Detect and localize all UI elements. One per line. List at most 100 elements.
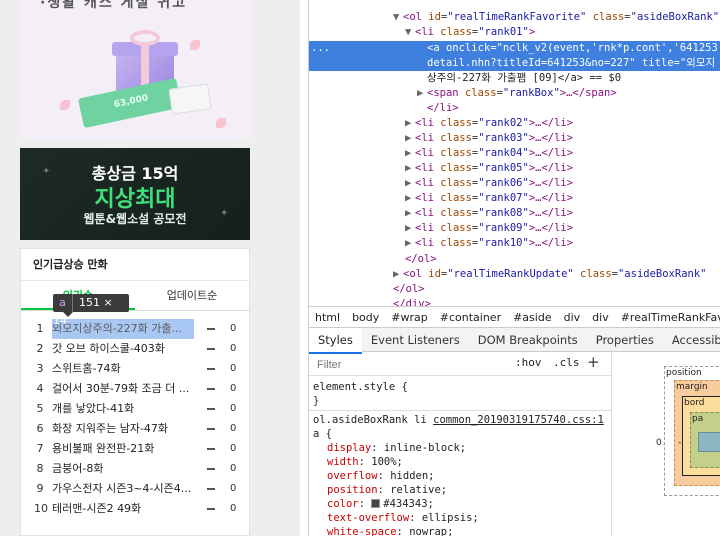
tab-properties[interactable]: Properties (587, 328, 663, 352)
breadcrumb-item[interactable]: div (586, 307, 615, 329)
css-property[interactable]: position: relative; (309, 483, 611, 497)
css-property[interactable]: overflow: hidden; (309, 469, 611, 483)
rule-selector: ol.asideBoxRank li (313, 414, 427, 426)
banner-subtitle: 웹툰&웹소설 공모전 (83, 212, 187, 226)
list-item[interactable]: 7 용비불패 완전판-21화 0 (20, 439, 250, 459)
rank-title[interactable]: 테러맨-시즌2 49화 (52, 499, 194, 519)
collapsed-triangle-icon[interactable]: ▶ (393, 267, 403, 282)
rank-title[interactable]: 스위트홈-74화 (52, 359, 194, 379)
collapsed-triangle-icon[interactable]: ▶ (405, 206, 415, 221)
tree-node-div-close[interactable]: </div> (309, 297, 720, 306)
tab-updated[interactable]: 업데이트순 (135, 281, 249, 310)
expanded-triangle-icon[interactable]: ▼ (405, 25, 415, 40)
more-icon[interactable]: ... (311, 41, 330, 56)
list-item[interactable]: 2 갓 오브 하이스쿨-403화 0 (20, 339, 250, 359)
contest-banner[interactable]: ✦ ✦ 총상금 15억 지상최대 웹툰&웹소설 공모전 (20, 148, 250, 240)
attr-name: class (440, 26, 472, 38)
tree-node-li-rank[interactable]: ▶ <li class="rank05">…</li> (309, 161, 720, 176)
no-change-icon (207, 488, 215, 490)
rule-source-link[interactable]: common_20190319175740.css:1 (433, 414, 604, 426)
tree-node-li-rank[interactable]: ▶ <li class="rank02">…</li> (309, 116, 720, 131)
tab-dom-breakpoints[interactable]: DOM Breakpoints (469, 328, 587, 352)
css-rule-header[interactable]: ol.asideBoxRank li common_20190319175740… (309, 413, 611, 427)
breadcrumb-item[interactable]: #container (434, 307, 507, 329)
list-item[interactable]: 5 개를 낳았다-41화 0 (20, 399, 250, 419)
no-change-icon (207, 328, 215, 330)
collapsed-triangle-icon[interactable]: ▶ (405, 236, 415, 251)
collapsed-triangle-icon[interactable]: ▶ (405, 161, 415, 176)
tree-node-ol-close[interactable]: </ol> (309, 252, 720, 267)
tree-node-li-rank01[interactable]: ▼ <li class="rank01"> (309, 25, 720, 40)
tag-close: </ol> (393, 283, 425, 295)
breadcrumb-item[interactable]: #aside (507, 307, 558, 329)
breadcrumb-item[interactable]: body (346, 307, 385, 329)
collapsed-triangle-icon[interactable]: ▶ (405, 191, 415, 206)
breadcrumb-item[interactable]: #realTimeRankFav (615, 307, 720, 329)
list-item[interactable]: 10 테러맨-시즌2 49화 0 (20, 499, 250, 519)
tree-node-a-selected[interactable]: ... <a onclick="nclk_v2(event,'rnk*p.cont… (309, 41, 720, 56)
hover-state-toggle[interactable]: :hov (515, 356, 542, 369)
list-item[interactable]: 3 스위트홈-74화 0 (20, 359, 250, 379)
css-property[interactable]: color: #434343; (309, 497, 611, 511)
tree-node-li-rank[interactable]: ▶ <li class="rank06">…</li> (309, 176, 720, 191)
rank-title[interactable]: 금붕어-8화 (52, 459, 194, 479)
no-change-icon (207, 448, 215, 450)
tree-node-li-rank[interactable]: ▶ <li class="rank10">…</li> (309, 236, 720, 251)
tree-node-ol-update[interactable]: ▶ <ol id="realTimeRankUpdate" class="asid… (309, 267, 720, 282)
collapsed-triangle-icon[interactable]: ▶ (405, 221, 415, 236)
rank-title[interactable]: 갓 오브 하이스쿨-403화 (52, 339, 194, 359)
css-property[interactable]: text-overflow: ellipsis; (309, 511, 611, 525)
rank-title[interactable]: 개를 낳았다-41화 (52, 399, 194, 419)
color-swatch-icon[interactable] (371, 499, 381, 508)
list-item[interactable]: 9 가우스전자 시즌3~4-시즌4... 0 (20, 479, 250, 499)
element-style-close: } (309, 394, 611, 408)
attr-name: class (440, 132, 472, 144)
expanded-triangle-icon[interactable]: ▼ (393, 10, 403, 25)
tree-node-li-rank[interactable]: ▶ <li class="rank08">…</li> (309, 206, 720, 221)
tree-node-li-rank[interactable]: ▶ <li class="rank09">…</li> (309, 221, 720, 236)
tree-node-li-close[interactable]: </li> (309, 101, 720, 116)
attr-value: "rank03" (478, 132, 529, 144)
tree-node-ol-favorite[interactable]: ▼ <ol id="realTimeRankFavorite" class="as… (309, 10, 720, 25)
tree-node-a-text[interactable]: 상주의-227화 가출팸 [09]</a> == $0 (309, 71, 720, 86)
rank-title[interactable]: 가우스전자 시즌3~4-시즌4... (52, 479, 194, 499)
rank-change: 0 (230, 443, 237, 454)
add-rule-icon[interactable]: + (587, 353, 600, 371)
collapsed-triangle-icon[interactable]: ▶ (405, 116, 415, 131)
rank-number: 7 (36, 442, 44, 455)
tab-accessibility[interactable]: Accessibility (663, 328, 720, 352)
tree-node-span-rankbox[interactable]: ▶ <span class="rankBox">…</span> (309, 86, 720, 101)
breadcrumb-item[interactable]: div (558, 307, 587, 329)
css-property[interactable]: width: 100%; (309, 455, 611, 469)
collapsed-triangle-icon[interactable]: ▶ (405, 131, 415, 146)
css-property[interactable]: display: inline-block; (309, 441, 611, 455)
collapsed-triangle-icon[interactable]: ▶ (405, 146, 415, 161)
list-item[interactable]: 4 걸어서 30분-79화 조금 더 ... 0 (20, 379, 250, 399)
box-model-content[interactable] (698, 432, 720, 452)
tree-node-li-rank[interactable]: ▶ <li class="rank07">…</li> (309, 191, 720, 206)
tree-node-ol-close[interactable]: </ol> (309, 282, 720, 297)
rank-title[interactable]: 외모지상주의-227화 가출... (52, 319, 194, 339)
rank-title[interactable]: 화장 지워주는 남자-47화 (52, 419, 194, 439)
collapsed-triangle-icon[interactable]: ▶ (405, 176, 415, 191)
gift-banner[interactable]: ·생활 캐스 게실 귀고 63,000 (20, 0, 250, 140)
list-item[interactable]: 6 화장 지워주는 남자-47화 0 (20, 419, 250, 439)
list-item[interactable]: 8 금붕어-8화 0 (20, 459, 250, 479)
breadcrumb-item[interactable]: #wrap (385, 307, 433, 329)
attr-name: class (440, 162, 472, 174)
rank-title[interactable]: 용비불패 완전판-21화 (52, 439, 194, 459)
tab-event-listeners[interactable]: Event Listeners (362, 328, 469, 352)
rank-number: 9 (36, 482, 44, 495)
tree-node-li-rank[interactable]: ▶ <li class="rank03">…</li> (309, 131, 720, 146)
rank-title[interactable]: 걸어서 30분-79화 조금 더 ... (52, 379, 194, 399)
styles-filter-input[interactable] (317, 357, 497, 373)
tree-node-li-rank[interactable]: ▶ <li class="rank04">…</li> (309, 146, 720, 161)
tab-styles[interactable]: Styles (309, 328, 362, 354)
css-property[interactable]: white-space: nowrap; (309, 525, 611, 536)
tree-node-a-selected-cont[interactable]: detail.nhn?titleId=641253&no=227" title=… (309, 56, 720, 71)
breadcrumb-item[interactable]: html (309, 307, 346, 329)
element-style-open[interactable]: element.style { (309, 380, 611, 394)
banner-top-text: ·생활 캐스 게실 귀고 (40, 0, 187, 11)
class-toggle[interactable]: .cls (553, 356, 580, 369)
collapsed-triangle-icon[interactable]: ▶ (417, 86, 427, 101)
